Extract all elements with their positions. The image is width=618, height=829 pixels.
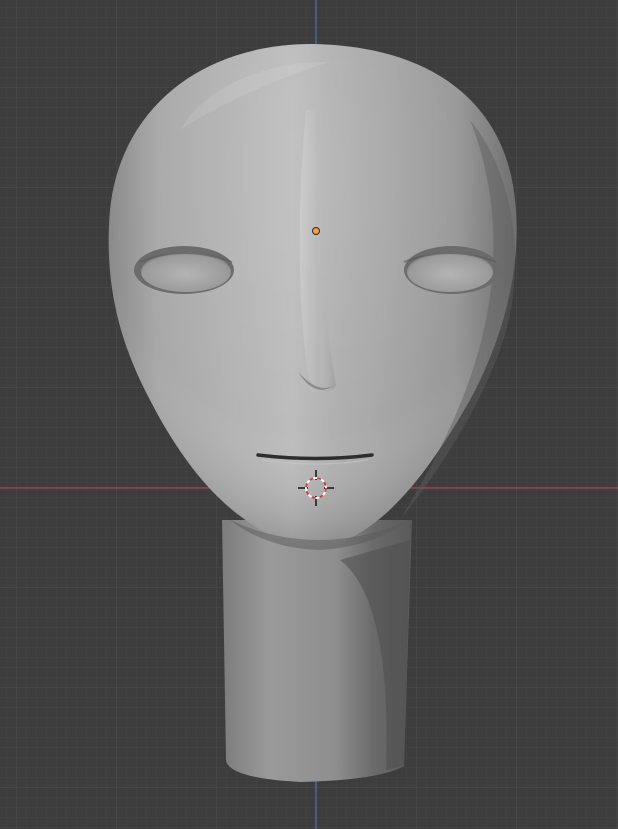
3d-viewport[interactable] [0, 0, 618, 829]
right-eye-socket [403, 246, 500, 294]
viewport-canvas[interactable] [0, 0, 618, 829]
left-eye-socket [134, 246, 234, 294]
object-origin-icon[interactable] [312, 227, 320, 235]
